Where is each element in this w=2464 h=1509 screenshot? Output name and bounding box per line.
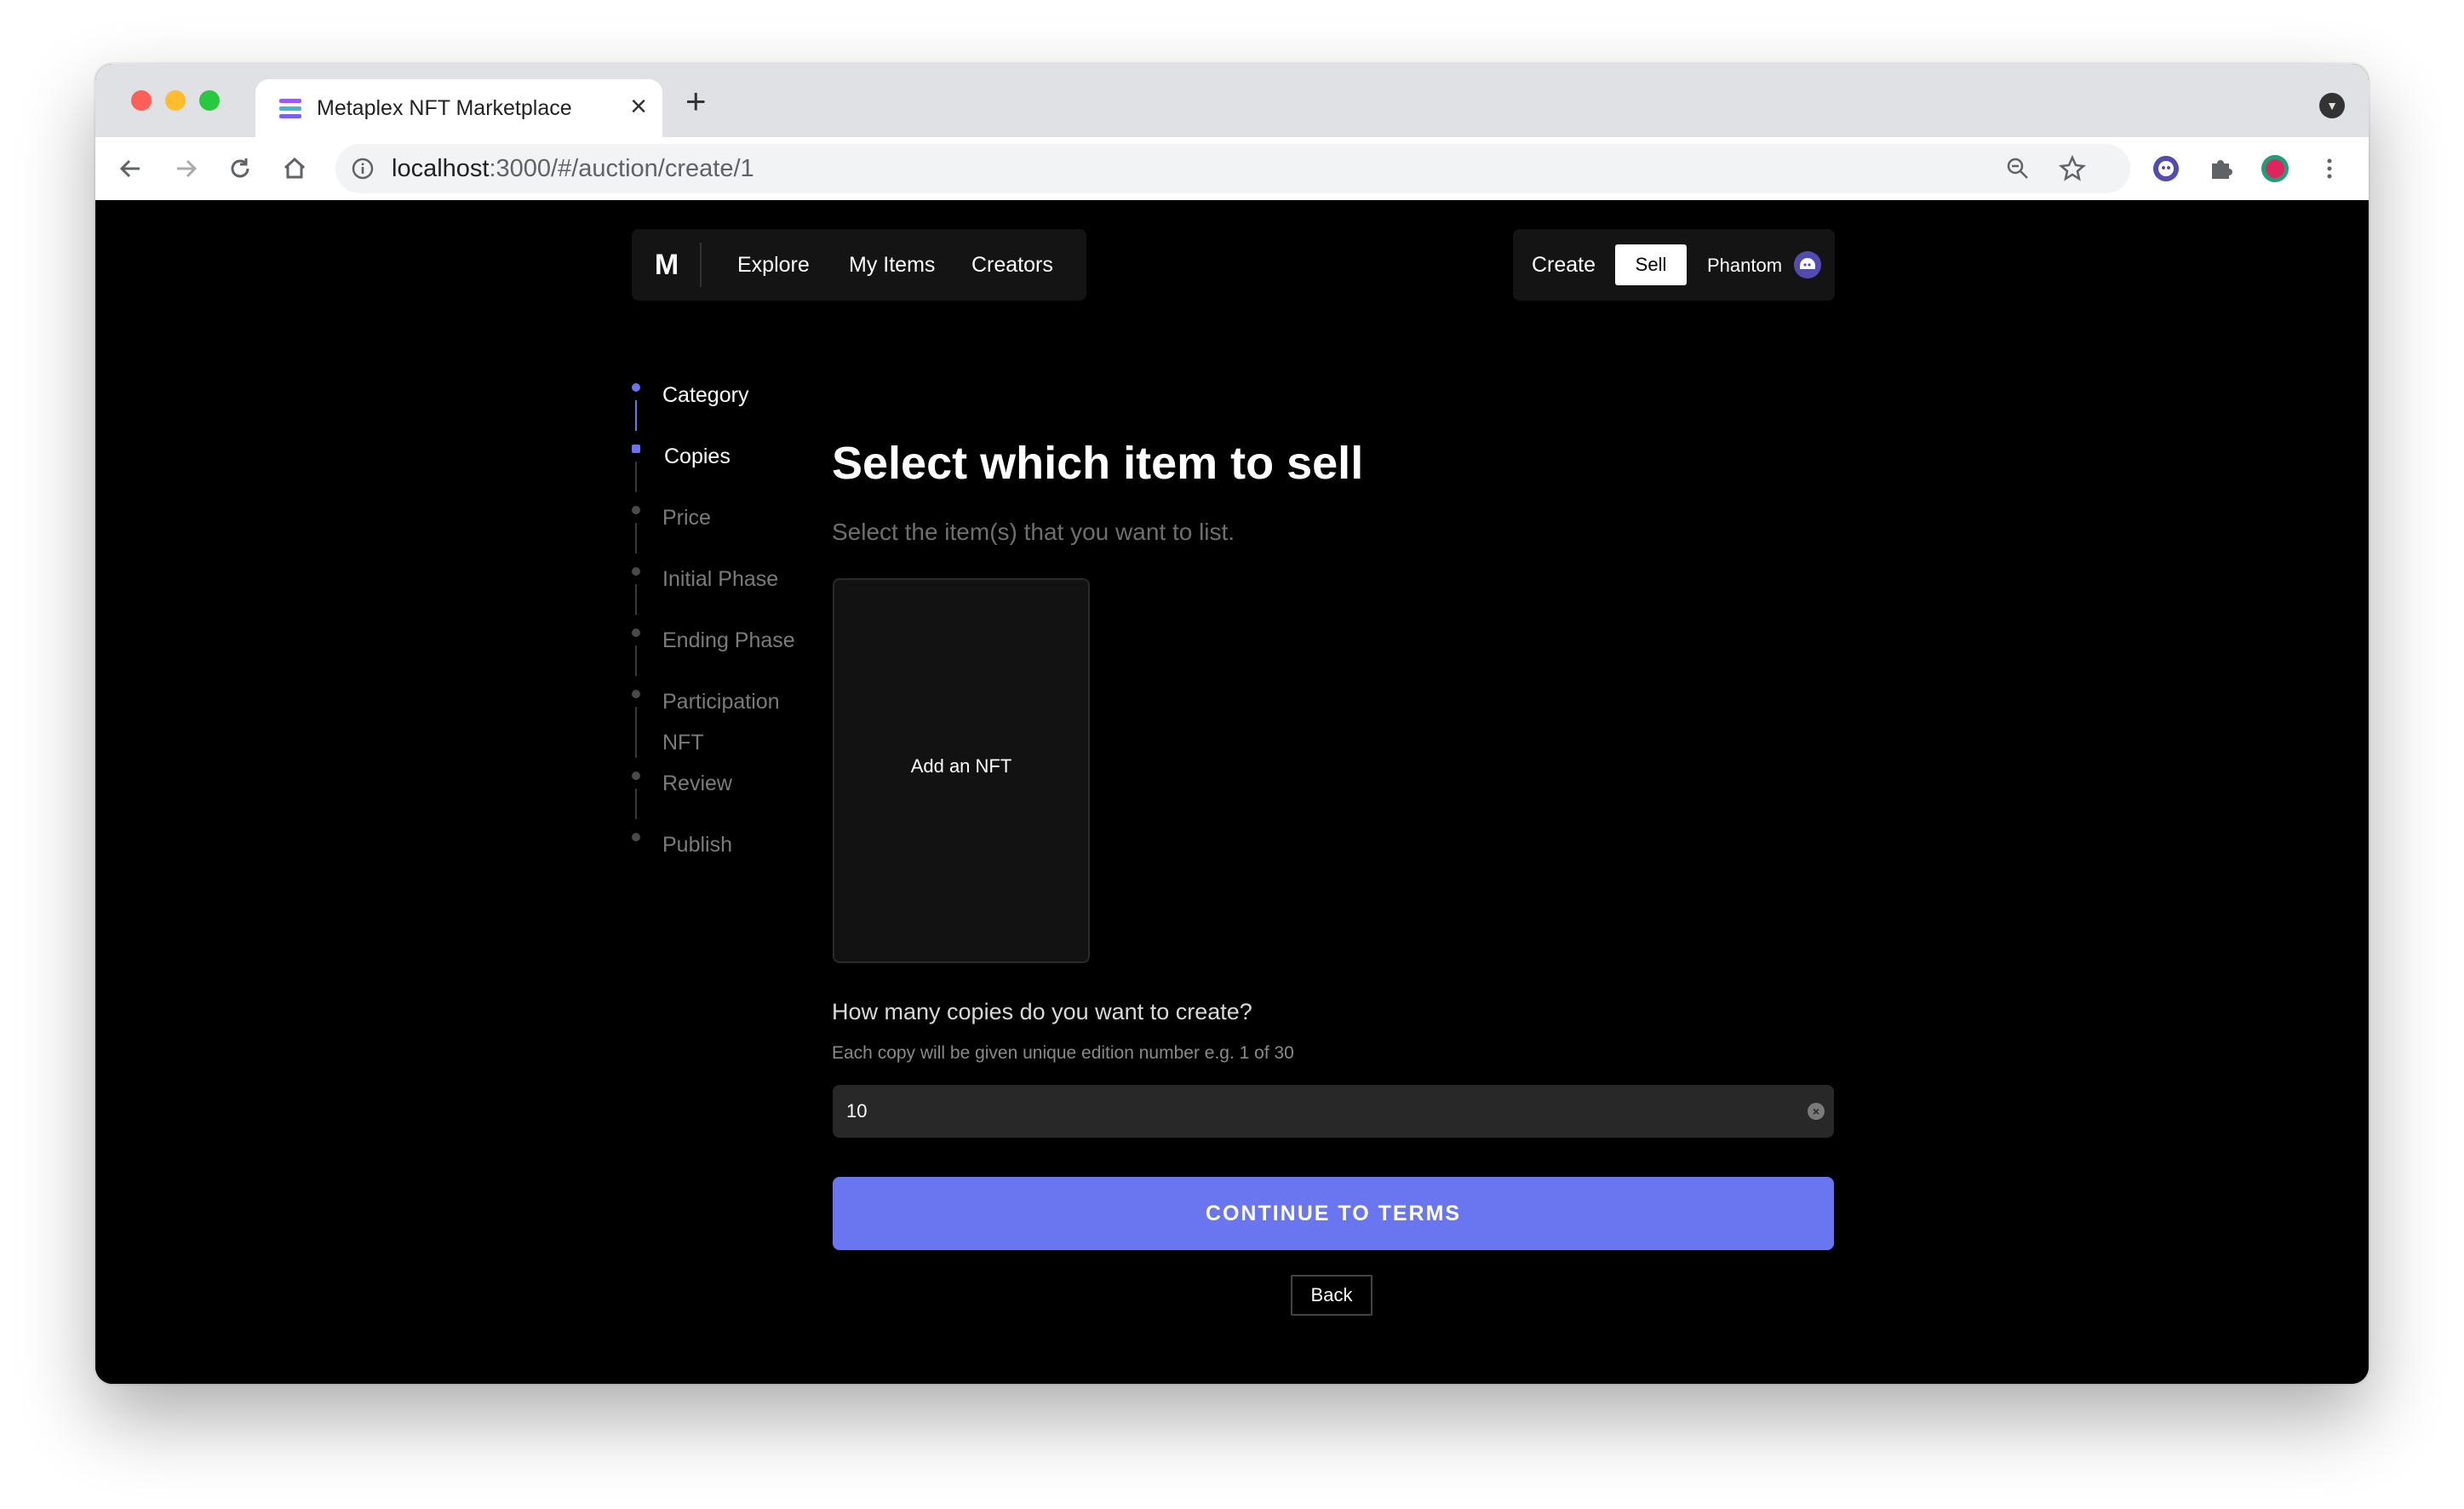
copies-hint: Each copy will be given unique edition n…: [832, 1043, 1294, 1063]
url-host: localhost: [392, 155, 490, 182]
profile-avatar-icon[interactable]: [2260, 153, 2290, 184]
url-text: localhost:3000/#/auction/create/1: [392, 155, 754, 183]
back-arrow-icon[interactable]: [116, 153, 146, 184]
step-label: Review: [662, 772, 732, 795]
browser-toolbar: localhost:3000/#/auction/create/1: [95, 137, 2369, 201]
home-icon[interactable]: [279, 153, 310, 184]
nav-explore-link[interactable]: Explore: [737, 253, 810, 278]
step-dot-icon: [632, 567, 640, 576]
clear-input-icon[interactable]: ×: [1808, 1103, 1825, 1120]
step-connector: [635, 523, 637, 554]
page-content: M Explore My Items Creators Create Sell …: [95, 200, 2369, 1384]
step-connector: [635, 400, 637, 431]
step-connector: [635, 789, 637, 819]
extensions-puzzle-icon[interactable]: [2205, 153, 2236, 184]
step-price[interactable]: Price: [632, 497, 828, 559]
step-review[interactable]: Review: [632, 763, 828, 824]
step-connector: [635, 462, 637, 492]
zoom-icon[interactable]: [2003, 153, 2033, 184]
tab-close-icon[interactable]: ×: [630, 91, 647, 122]
browser-menu-icon[interactable]: [2314, 153, 2345, 184]
step-connector: [635, 645, 637, 676]
add-nft-label: Add an NFT: [910, 755, 1012, 777]
step-dot-icon: [632, 445, 640, 453]
step-label: Initial Phase: [662, 567, 779, 591]
reload-icon[interactable]: [225, 153, 255, 184]
step-category[interactable]: Category: [632, 375, 828, 436]
step-label: Category: [662, 383, 749, 407]
metaplex-logo[interactable]: M: [632, 229, 702, 301]
step-ending-phase[interactable]: Ending Phase: [632, 620, 828, 681]
step-participation-nft[interactable]: Participation NFT: [632, 681, 828, 758]
bookmark-star-icon[interactable]: [2057, 153, 2088, 184]
address-bar[interactable]: localhost:3000/#/auction/create/1: [335, 144, 2130, 193]
tab-title: Metaplex NFT Marketplace: [317, 96, 572, 120]
page-subtitle: Select the item(s) that you want to list…: [832, 519, 1235, 545]
step-label: Copies: [664, 445, 731, 468]
add-nft-card[interactable]: Add an NFT: [833, 578, 1090, 963]
step-dot-icon: [632, 383, 640, 392]
create-link[interactable]: Create: [1532, 253, 1596, 278]
browser-window: Metaplex NFT Marketplace × + ▼ localhost…: [95, 64, 2369, 1384]
nav-divider: [700, 243, 702, 287]
new-tab-button[interactable]: +: [685, 83, 707, 119]
step-label: Ending Phase: [662, 628, 795, 652]
url-path: :3000/#/auction/create/1: [489, 155, 754, 182]
minimize-window-button[interactable]: [165, 90, 186, 111]
step-dot-icon: [632, 690, 640, 698]
step-connector: [635, 707, 637, 758]
step-dot-icon: [632, 772, 640, 780]
step-label: Publish: [662, 833, 732, 857]
step-publish[interactable]: Publish: [632, 824, 828, 886]
step-dot-icon: [632, 628, 640, 637]
copies-input[interactable]: [833, 1085, 1834, 1138]
browser-tab[interactable]: Metaplex NFT Marketplace ×: [255, 79, 662, 137]
continue-to-terms-button[interactable]: CONTINUE TO TERMS: [833, 1177, 1834, 1250]
nav-creators-link[interactable]: Creators: [971, 253, 1053, 278]
maximize-window-button[interactable]: [199, 90, 220, 111]
back-button[interactable]: Back: [1291, 1275, 1372, 1316]
step-label: Participation NFT: [662, 690, 780, 754]
phantom-wallet-icon[interactable]: [1794, 251, 1821, 278]
nav-my-items-link[interactable]: My Items: [849, 253, 935, 278]
phantom-extension-icon[interactable]: [2151, 153, 2181, 184]
step-initial-phase[interactable]: Initial Phase: [632, 559, 828, 620]
copies-question: How many copies do you want to create?: [832, 999, 1252, 1024]
site-info-icon[interactable]: [351, 157, 375, 181]
step-label: Price: [662, 506, 711, 530]
account-nav: Create Sell Phantom: [1513, 229, 1835, 301]
sell-button[interactable]: Sell: [1615, 244, 1687, 285]
tab-search-icon[interactable]: ▼: [2319, 93, 2345, 118]
wallet-name[interactable]: Phantom: [1707, 255, 1782, 277]
tab-bar: Metaplex NFT Marketplace × + ▼: [95, 64, 2369, 137]
step-dot-icon: [632, 833, 640, 841]
solana-favicon-icon: [279, 99, 301, 118]
forward-arrow-icon[interactable]: [170, 153, 201, 184]
close-window-button[interactable]: [131, 90, 152, 111]
step-connector: [635, 584, 637, 615]
page-title: Select which item to sell: [832, 438, 1364, 489]
step-dot-icon: [632, 506, 640, 514]
main-nav: M Explore My Items Creators: [632, 229, 1086, 301]
step-copies[interactable]: Copies: [632, 436, 828, 497]
